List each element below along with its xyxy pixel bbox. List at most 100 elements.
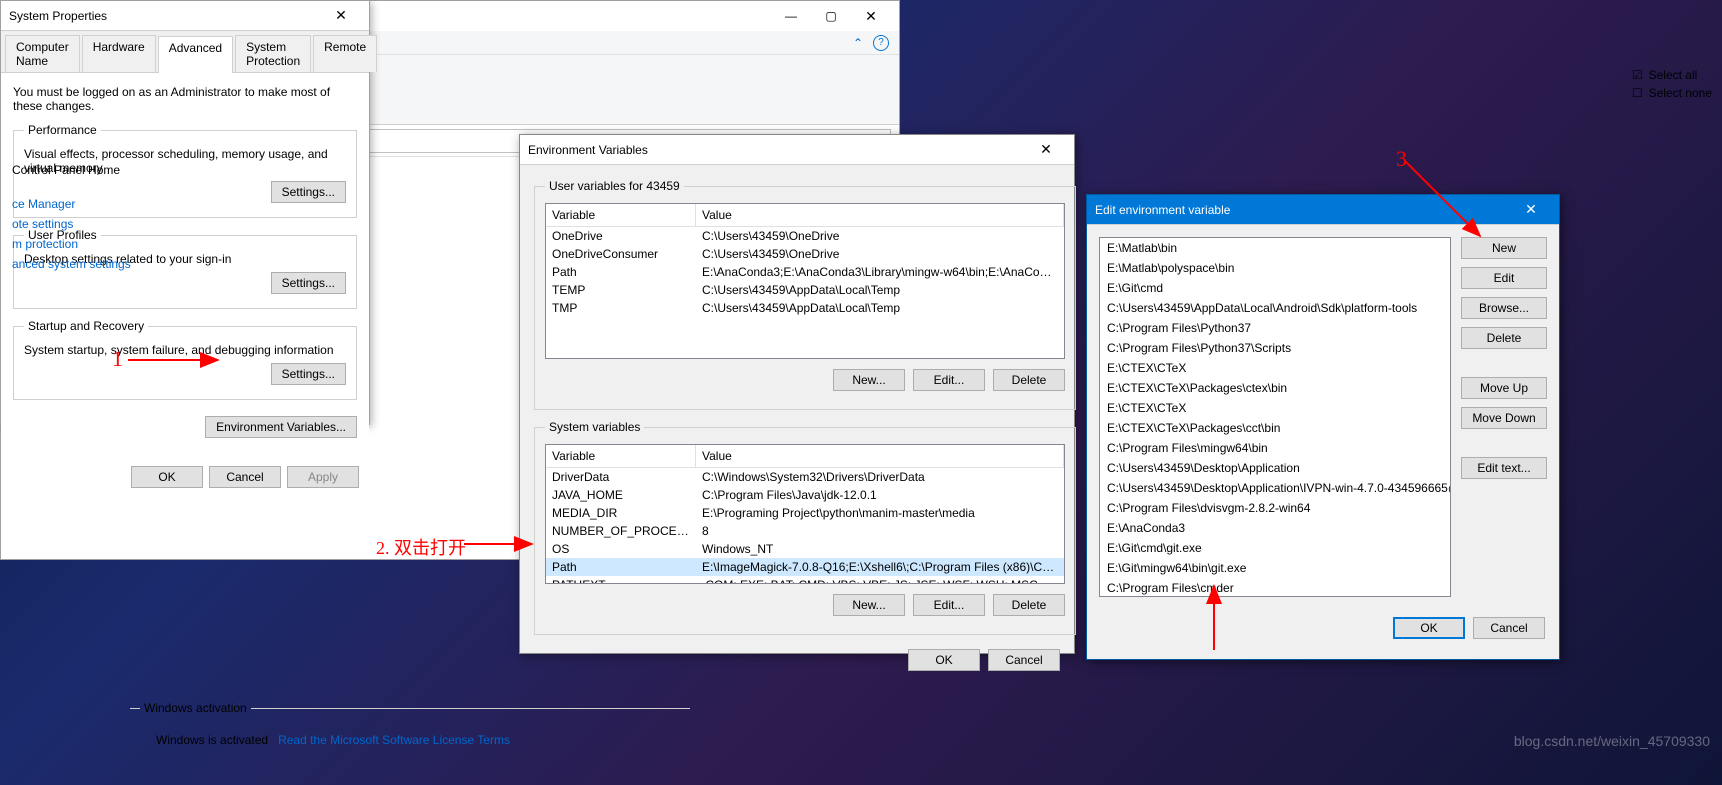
user-new-button[interactable]: New... xyxy=(833,369,905,391)
sidebar-item-remote-settings[interactable]: ote settings xyxy=(0,214,170,234)
tab-computer-name[interactable]: Computer Name xyxy=(5,35,80,72)
user-variables-table[interactable]: VariableValue OneDriveC:\Users\43459\One… xyxy=(545,203,1065,359)
path-list-item[interactable]: C:\Program Files\mingw64\bin xyxy=(1100,438,1450,458)
path-list-item[interactable]: E:\CTEX\CTeX xyxy=(1100,398,1450,418)
system-variables-table[interactable]: VariableValue DriverDataC:\Windows\Syste… xyxy=(545,444,1065,584)
sys-edit-button[interactable]: Edit... xyxy=(913,594,985,616)
path-list-item[interactable]: E:\AnaConda3 xyxy=(1100,518,1450,538)
system-variables-legend: System variables xyxy=(545,420,644,434)
close-icon[interactable]: ✕ xyxy=(1511,196,1551,224)
help-icon[interactable]: ? xyxy=(873,35,889,51)
activation-status: Windows is activated xyxy=(156,733,268,747)
user-profiles-settings-button[interactable]: Settings... xyxy=(271,272,346,294)
table-row[interactable]: DriverDataC:\Windows\System32\Drivers\Dr… xyxy=(546,468,1064,486)
envvars-ok-button[interactable]: OK xyxy=(908,649,980,671)
editvar-edit-button[interactable]: Edit xyxy=(1461,267,1547,289)
select-all-icon: ☑ xyxy=(1632,68,1643,82)
table-row[interactable]: TMPC:\Users\43459\AppData\Local\Temp xyxy=(546,299,1064,317)
envvars-cancel-button[interactable]: Cancel xyxy=(988,649,1060,671)
editvar-moveup-button[interactable]: Move Up xyxy=(1461,377,1547,399)
apply-button[interactable]: Apply xyxy=(287,466,359,488)
table-row[interactable]: PathE:\ImageMagick-7.0.8-Q16;E:\Xshell6\… xyxy=(546,558,1064,576)
environment-variables-dialog: Environment Variables ✕ User variables f… xyxy=(519,134,1075,654)
sidebar-item-system-protection[interactable]: m protection xyxy=(0,234,170,254)
sidebar-item-home[interactable]: Control Panel Home xyxy=(0,160,170,180)
annotation-1: 1 xyxy=(112,346,123,372)
startup-legend: Startup and Recovery xyxy=(24,319,148,333)
close-icon[interactable]: ✕ xyxy=(851,2,891,30)
path-list-item[interactable]: C:\Program Files\Python37\Scripts xyxy=(1100,338,1450,358)
path-list-item[interactable]: E:\CTEX\CTeX\Packages\cct\bin xyxy=(1100,418,1450,438)
tab-hardware[interactable]: Hardware xyxy=(82,35,156,72)
select-all-button[interactable]: ☑Select all xyxy=(1632,66,1712,84)
editvar-delete-button[interactable]: Delete xyxy=(1461,327,1547,349)
envvars-title: Environment Variables xyxy=(528,143,648,157)
editvar-titlebar[interactable]: Edit environment variable ✕ xyxy=(1087,195,1559,225)
path-list-item[interactable]: C:\Users\43459\Desktop\Application xyxy=(1100,458,1450,478)
ribbon-collapse-icon[interactable]: ⌃ xyxy=(853,36,863,50)
table-row[interactable]: TEMPC:\Users\43459\AppData\Local\Temp xyxy=(546,281,1064,299)
startup-desc: System startup, system failure, and debu… xyxy=(24,343,346,357)
path-list-item[interactable]: C:\Program Files\cmder xyxy=(1100,578,1450,597)
editvar-movedown-button[interactable]: Move Down xyxy=(1461,407,1547,429)
path-list-item[interactable]: E:\CTEX\CTeX xyxy=(1100,358,1450,378)
path-list-item[interactable]: E:\Matlab\polyspace\bin xyxy=(1100,258,1450,278)
sys-delete-button[interactable]: Delete xyxy=(993,594,1065,616)
admin-note: You must be logged on as an Administrato… xyxy=(13,85,357,113)
path-list-item[interactable]: C:\Program Files\Python37 xyxy=(1100,318,1450,338)
annotation-2: 2. 双击打开 xyxy=(376,534,466,560)
maximize-icon[interactable] xyxy=(811,2,851,30)
sys-new-button[interactable]: New... xyxy=(833,594,905,616)
table-row[interactable]: JAVA_HOMEC:\Program Files\Java\jdk-12.0.… xyxy=(546,486,1064,504)
performance-settings-button[interactable]: Settings... xyxy=(271,181,346,203)
path-list-item[interactable]: C:\Users\43459\AppData\Local\Android\Sdk… xyxy=(1100,298,1450,318)
path-list-item[interactable]: C:\Users\43459\Desktop\Application\IVPN-… xyxy=(1100,478,1450,498)
ok-button[interactable]: OK xyxy=(131,466,203,488)
path-list-item[interactable]: E:\CTEX\CTeX\Packages\ctex\bin xyxy=(1100,378,1450,398)
user-delete-button[interactable]: Delete xyxy=(993,369,1065,391)
sidebar-item-advanced-settings[interactable]: anced system settings xyxy=(0,254,170,274)
sysprops-title: System Properties xyxy=(9,9,107,23)
cancel-button[interactable]: Cancel xyxy=(209,466,281,488)
minimize-icon[interactable] xyxy=(771,2,811,30)
table-row[interactable]: OneDriveC:\Users\43459\OneDrive xyxy=(546,227,1064,245)
table-row[interactable]: MEDIA_DIRE:\Programing Project\python\ma… xyxy=(546,504,1064,522)
close-icon[interactable]: ✕ xyxy=(321,2,361,30)
header-value[interactable]: Value xyxy=(696,445,1064,467)
path-list[interactable]: E:\Matlab\binE:\Matlab\polyspace\binE:\G… xyxy=(1099,237,1451,597)
table-row[interactable]: PATHEXT.COM;.EXE;.BAT;.CMD;.VBS;.VBE;.JS… xyxy=(546,576,1064,584)
sysprops-titlebar[interactable]: System Properties ✕ xyxy=(1,1,369,31)
table-row[interactable]: NUMBER_OF_PROCESSORS8 xyxy=(546,522,1064,540)
path-list-item[interactable]: E:\Git\cmd\git.exe xyxy=(1100,538,1450,558)
user-edit-button[interactable]: Edit... xyxy=(913,369,985,391)
control-panel-sidebar: Control Panel Home ce Manager ote settin… xyxy=(0,160,170,274)
header-variable[interactable]: Variable xyxy=(546,204,696,226)
tab-remote[interactable]: Remote xyxy=(313,35,377,72)
editvar-edittext-button[interactable]: Edit text... xyxy=(1461,457,1547,479)
activation-legend: Windows activation xyxy=(140,701,251,715)
license-terms-link[interactable]: Read the Microsoft Software License Term… xyxy=(278,733,510,747)
path-list-item[interactable]: E:\Git\cmd xyxy=(1100,278,1450,298)
table-row[interactable]: OSWindows_NT xyxy=(546,540,1064,558)
environment-variables-button[interactable]: Environment Variables... xyxy=(205,416,357,438)
startup-settings-button[interactable]: Settings... xyxy=(271,363,346,385)
path-list-item[interactable]: E:\Git\mingw64\bin\git.exe xyxy=(1100,558,1450,578)
editvar-title: Edit environment variable xyxy=(1095,203,1230,217)
header-value[interactable]: Value xyxy=(696,204,1064,226)
editvar-ok-button[interactable]: OK xyxy=(1393,617,1465,639)
table-row[interactable]: PathE:\AnaConda3;E:\AnaConda3\Library\mi… xyxy=(546,263,1064,281)
editvar-new-button[interactable]: New xyxy=(1461,237,1547,259)
tab-advanced[interactable]: Advanced xyxy=(158,36,233,73)
close-icon[interactable]: ✕ xyxy=(1026,136,1066,164)
select-group: ☑Select all ☐Select none xyxy=(1632,66,1712,102)
sidebar-item-device-manager[interactable]: ce Manager xyxy=(0,194,170,214)
path-list-item[interactable]: C:\Program Files\dvisvgm-2.8.2-win64 xyxy=(1100,498,1450,518)
activation-section: Windows activation Windows is activated … xyxy=(130,701,690,775)
editvar-cancel-button[interactable]: Cancel xyxy=(1473,617,1545,639)
path-list-item[interactable]: E:\Matlab\bin xyxy=(1100,238,1450,258)
tab-system-protection[interactable]: System Protection xyxy=(235,35,311,72)
table-row[interactable]: OneDriveConsumerC:\Users\43459\OneDrive xyxy=(546,245,1064,263)
header-variable[interactable]: Variable xyxy=(546,445,696,467)
select-none-button[interactable]: ☐Select none xyxy=(1632,84,1712,102)
editvar-browse-button[interactable]: Browse... xyxy=(1461,297,1547,319)
